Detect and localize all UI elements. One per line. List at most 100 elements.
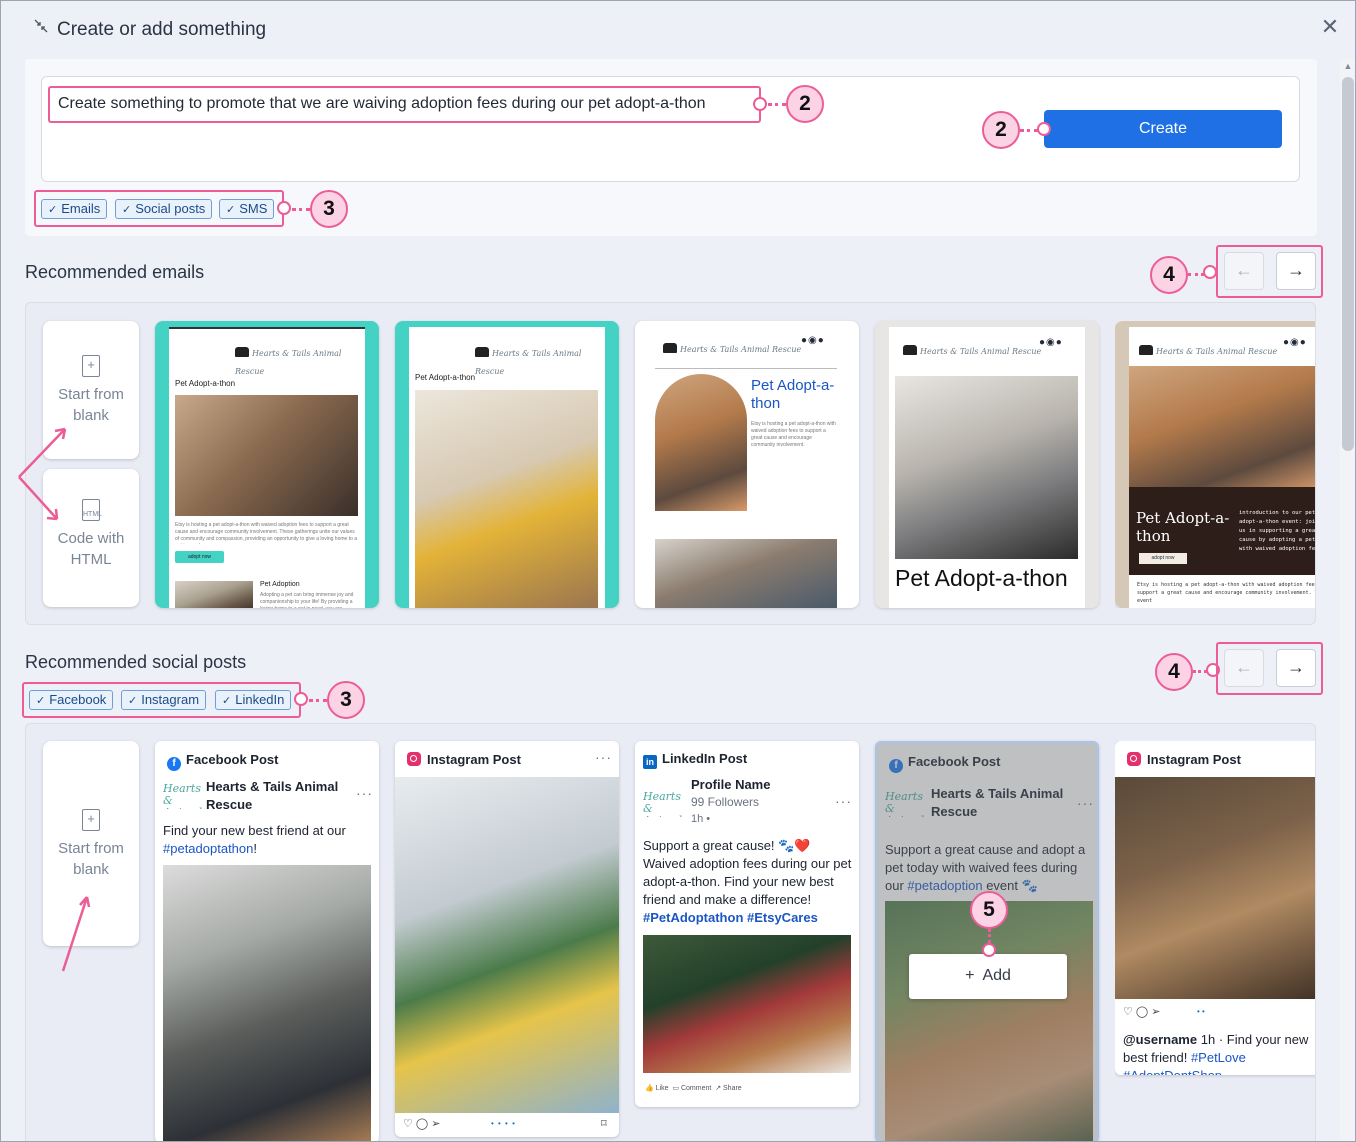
annotation-dot <box>277 201 291 215</box>
email-hero-image <box>655 374 747 511</box>
code-html-label: Code with HTML <box>57 530 125 568</box>
annotation-connector <box>988 929 991 943</box>
post-image <box>395 777 619 1113</box>
email-template-card[interactable]: Hearts & Tails Animal Rescue ●◉● Pet Ado… <box>875 321 1099 608</box>
email-template-card[interactable]: Hearts & Tails Animal Rescue Pet Adopt-a… <box>155 321 379 608</box>
annotation-badge: 5 <box>970 891 1008 929</box>
post-type-label: Instagram Post <box>427 752 521 767</box>
brand-avatar: Hearts & Animal R <box>163 783 202 809</box>
annotation-connector <box>1193 670 1207 673</box>
brand-logo: Hearts & Tails Animal Rescue <box>1139 341 1277 359</box>
post-type-header: Instagram Post <box>1127 752 1241 767</box>
carousel-dots: • • <box>1197 1007 1205 1016</box>
facebook-icon: f <box>167 757 181 771</box>
annotation-badge: 2 <box>786 85 824 123</box>
annotation-dot <box>294 692 308 706</box>
social-post-card[interactable]: in LinkedIn Post Hearts & Animal R Profil… <box>635 741 859 1107</box>
scrollbar-thumb[interactable] <box>1342 77 1354 451</box>
brand-logo: Hearts & Tails Animal Rescue <box>663 339 801 357</box>
more-options-icon[interactable]: ··· <box>356 785 373 801</box>
annotation-arrow <box>61 896 91 972</box>
emails-prev-button[interactable]: ← <box>1224 252 1264 290</box>
social-next-button[interactable]: → <box>1276 649 1316 687</box>
profile-name: Profile Name <box>691 777 771 792</box>
brand-logo: Hearts & Tails Animal Rescue <box>903 341 1041 359</box>
post-image <box>643 935 851 1073</box>
social-icons: ●◉● <box>801 335 825 346</box>
add-post-button[interactable]: + Add <box>909 954 1067 999</box>
social-post-card-hovered[interactable]: fFacebook Post Hearts & Animal R Hearts … <box>875 741 1099 1141</box>
post-time: 1h • <box>691 813 711 825</box>
brand-logo: Hearts & Tails Animal Rescue <box>235 343 365 379</box>
social-post-card[interactable]: Instagram Post ♡ ◯ ➢ • • @username 1h · … <box>1115 741 1315 1075</box>
post-type-label: Instagram Post <box>1147 752 1241 767</box>
annotation-arrows <box>18 427 67 521</box>
annotation-dot <box>753 97 767 111</box>
annotation-connector <box>1020 129 1038 132</box>
email-template-card[interactable]: Hearts & Tails Animal Rescue ●◉● Pet Ado… <box>1115 321 1315 608</box>
followers-count: 99 Followers <box>691 795 760 809</box>
divider <box>655 368 837 369</box>
more-options-icon[interactable]: ··· <box>595 749 612 765</box>
annotation-badge: 4 <box>1150 256 1188 294</box>
email-secondary-image <box>655 539 837 608</box>
collapse-arrows-icon[interactable] <box>33 18 49 34</box>
post-type-header: Instagram Post <box>407 752 521 767</box>
annotation-dot <box>1203 265 1217 279</box>
post-text: @username 1h · Find your new best friend… <box>1123 1032 1309 1075</box>
scroll-up-icon[interactable]: ▲ <box>1342 61 1354 73</box>
email-hero-image <box>1129 366 1315 487</box>
dialog-title: Create or add something <box>57 19 267 40</box>
email-heading: Pet Adopt-a-thon <box>415 373 476 382</box>
social-post-card[interactable]: Instagram Post ··· ♡ ◯ ➢ • • • • ⌑ <box>395 741 619 1137</box>
social-icons: ●◉● <box>1283 337 1307 348</box>
annotation-dot <box>982 943 996 957</box>
annotation-badge: 3 <box>327 681 365 719</box>
email-template-card[interactable]: Hearts & Tails Animal Rescue Pet Adopt-a… <box>395 321 619 608</box>
section-title-social: Recommended social posts <box>25 652 247 672</box>
email-template-card[interactable]: Hearts & Tails Animal Rescue ●◉● Pet Ado… <box>635 321 859 608</box>
plus-icon: + <box>965 967 975 984</box>
brand-logo: Hearts & Tails Animal Rescue <box>475 343 605 379</box>
account-name: Hearts & Tails Animal Rescue <box>206 779 339 812</box>
file-plus-icon: + <box>82 355 100 377</box>
annotation-badge: 2 <box>982 111 1020 149</box>
annotation-highlight <box>22 682 301 718</box>
email-heading: Pet Adopt-a-thon <box>895 565 1068 591</box>
bookmark-icon[interactable]: ⌑ <box>601 1117 607 1130</box>
close-icon[interactable]: ✕ <box>1319 16 1341 38</box>
instagram-icon <box>407 752 421 766</box>
more-options-icon[interactable]: ··· <box>835 793 852 809</box>
emails-next-button[interactable]: → <box>1276 252 1316 290</box>
annotation-highlight <box>34 190 284 227</box>
post-text: Find your new best friend at our #petado… <box>163 823 346 856</box>
html-icon-text: HTML <box>83 511 103 518</box>
email-card-clip: Hearts & Tails Animal Rescue ●◉● Pet Ado… <box>1115 321 1315 608</box>
add-label: Add <box>982 967 1011 984</box>
email-cta-button: adopt now <box>1139 553 1187 564</box>
file-plus-icon: + <box>82 809 100 831</box>
email-body: Etsy is hosting a pet adopt-a-thon with … <box>751 421 836 448</box>
post-action-icons[interactable]: ♡ ◯ ➢ <box>403 1117 441 1130</box>
email-subheading: Pet Adoption <box>260 581 300 588</box>
annotation-connector <box>292 208 310 211</box>
create-button[interactable]: Create <box>1044 110 1282 148</box>
annotation-connector <box>1188 273 1204 276</box>
email-cta-button: adopt now <box>175 551 224 563</box>
email-secondary-image <box>175 581 253 608</box>
linkedin-icon: in <box>643 755 657 769</box>
email-footer-text: Etsy is hosting a pet adopt-a-thon with … <box>1137 582 1315 604</box>
social-prev-button[interactable]: ← <box>1224 649 1264 687</box>
annotation-connector <box>768 103 786 106</box>
social-post-card[interactable]: f Facebook Post Hearts & Animal R Hearts … <box>155 741 379 1141</box>
post-type-label: LinkedIn Post <box>662 751 748 766</box>
email-hero-image <box>175 395 358 516</box>
email-heading: Pet Adopt-a-thon <box>751 377 835 412</box>
email-heading: Pet Adopt-a-thon <box>1136 509 1230 545</box>
post-action-icons[interactable]: ♡ ◯ ➢ <box>1123 1005 1161 1018</box>
post-type-label: Facebook Post <box>186 752 279 767</box>
post-actions[interactable]: 👍 Like ▭ Comment ↗ Share <box>645 1084 742 1092</box>
post-type-header: in LinkedIn Post <box>643 751 747 769</box>
create-dialog: Create or add something ✕ ▲ Create somet… <box>0 0 1356 1142</box>
post-type-header: f Facebook Post <box>167 752 278 771</box>
